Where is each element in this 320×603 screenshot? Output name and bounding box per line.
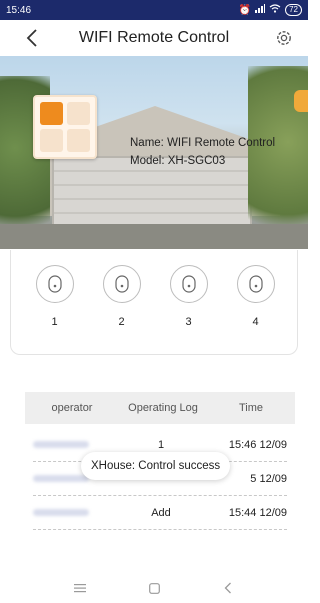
device-grid-cell — [67, 129, 90, 152]
remote-button-4[interactable]: 4 — [236, 265, 275, 328]
table-row: Add 15:44 12/09 — [33, 496, 287, 530]
status-time: 15:46 — [6, 4, 32, 16]
status-icons: ⏰ 72 — [239, 4, 302, 16]
back-nav-button[interactable] — [220, 580, 236, 596]
time-cell: 15:46 12/09 — [228, 438, 287, 451]
button-row: 1 2 3 4 — [11, 265, 299, 328]
ground-image — [0, 224, 308, 249]
button-label: 3 — [185, 316, 192, 328]
device-model: Model: XH-SGC03 — [130, 155, 226, 167]
back-button[interactable] — [20, 24, 44, 52]
home-icon — [148, 582, 160, 594]
device-icon — [33, 95, 97, 159]
signal-icon — [255, 4, 266, 16]
redacted-operator — [33, 508, 89, 516]
remote-button-2[interactable]: 2 — [102, 265, 141, 328]
navigation-bar — [0, 573, 308, 603]
side-tab[interactable] — [294, 90, 308, 112]
column-header-operator: operator — [51, 402, 93, 414]
column-header-log: Operating Log — [128, 402, 198, 414]
device-grid-cell — [40, 129, 63, 152]
page-title: WIFI Remote Control — [78, 29, 230, 46]
alarm-icon: ⏰ — [238, 4, 252, 16]
remote-button-1[interactable]: 1 — [35, 265, 74, 328]
device-name: Name: WIFI Remote Control — [130, 137, 276, 149]
operator-cell — [33, 439, 119, 451]
button-circle[interactable] — [35, 265, 74, 303]
button-label: 1 — [51, 316, 58, 328]
button-icon — [181, 275, 196, 293]
settings-button[interactable] — [272, 26, 296, 50]
device-grid-cell — [40, 102, 63, 125]
log-cell: 1 — [157, 438, 165, 451]
log-cell: Add — [151, 506, 171, 519]
toast-message: XHouse: Control success — [81, 452, 231, 480]
menu-icon — [74, 584, 86, 593]
device-info: Name: WIFI Remote Control Model: XH-SGC0… — [130, 134, 275, 170]
column-header-time: Time — [238, 402, 264, 414]
button-icon — [47, 275, 62, 293]
operator-cell — [33, 507, 119, 519]
gear-icon — [277, 31, 291, 45]
home-button[interactable] — [146, 580, 162, 596]
remote-button-panel: 1 2 3 4 — [10, 250, 298, 355]
status-bar: 15:46 ⏰ 72 — [0, 0, 308, 20]
button-circle[interactable] — [169, 265, 208, 303]
time-cell: 15:44 12/09 — [228, 506, 287, 519]
button-label: 4 — [252, 316, 259, 328]
redacted-operator — [33, 474, 89, 482]
button-icon — [248, 275, 263, 293]
button-icon — [114, 275, 129, 293]
redacted-operator — [33, 440, 89, 448]
button-circle[interactable] — [236, 265, 275, 303]
button-circle[interactable] — [102, 265, 141, 303]
remote-button-3[interactable]: 3 — [169, 265, 208, 328]
menu-button[interactable] — [72, 580, 88, 596]
chevron-left-icon — [26, 29, 37, 47]
battery-icon: 72 — [285, 4, 302, 16]
button-label: 2 — [118, 316, 125, 328]
wifi-icon — [269, 4, 281, 16]
back-icon — [224, 582, 231, 594]
log-table-header: operator Operating Log Time — [25, 392, 295, 424]
app-header: WIFI Remote Control — [0, 20, 308, 56]
device-banner: Name: WIFI Remote Control Model: XH-SGC0… — [0, 56, 308, 249]
device-grid-cell — [67, 102, 90, 125]
